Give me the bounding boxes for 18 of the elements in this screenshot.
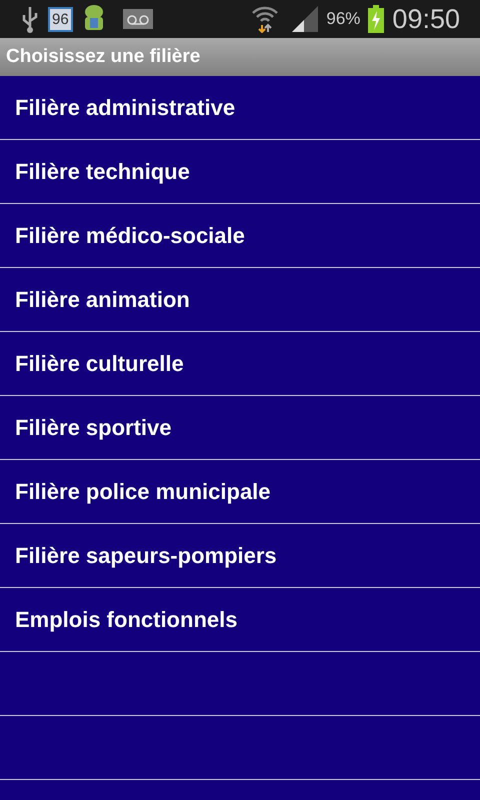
list-item[interactable]: Filière administrative [0,76,480,140]
list-item[interactable]: Filière médico-sociale [0,204,480,268]
list-item[interactable]: Emplois fonctionnels [0,588,480,652]
list-item[interactable]: Filière sportive [0,396,480,460]
notification-badge: 96 [48,6,73,32]
list-item[interactable]: Filière culturelle [0,332,480,396]
clock: 09:50 [392,6,460,32]
title: Choisissez une filière [6,44,200,69]
list-item[interactable]: Filière technique [0,140,480,204]
wifi-icon [252,5,278,33]
usb-icon [20,5,40,33]
battery-charging-icon [368,5,384,33]
battery-percent: 96% [326,8,360,30]
signal-icon [292,6,318,32]
voicemail-icon [122,9,153,29]
list-item[interactable]: Filière animation [0,268,480,332]
list-item[interactable]: Filière police municipale [0,460,480,524]
list-item[interactable]: Filière sapeurs-pompiers [0,524,480,588]
